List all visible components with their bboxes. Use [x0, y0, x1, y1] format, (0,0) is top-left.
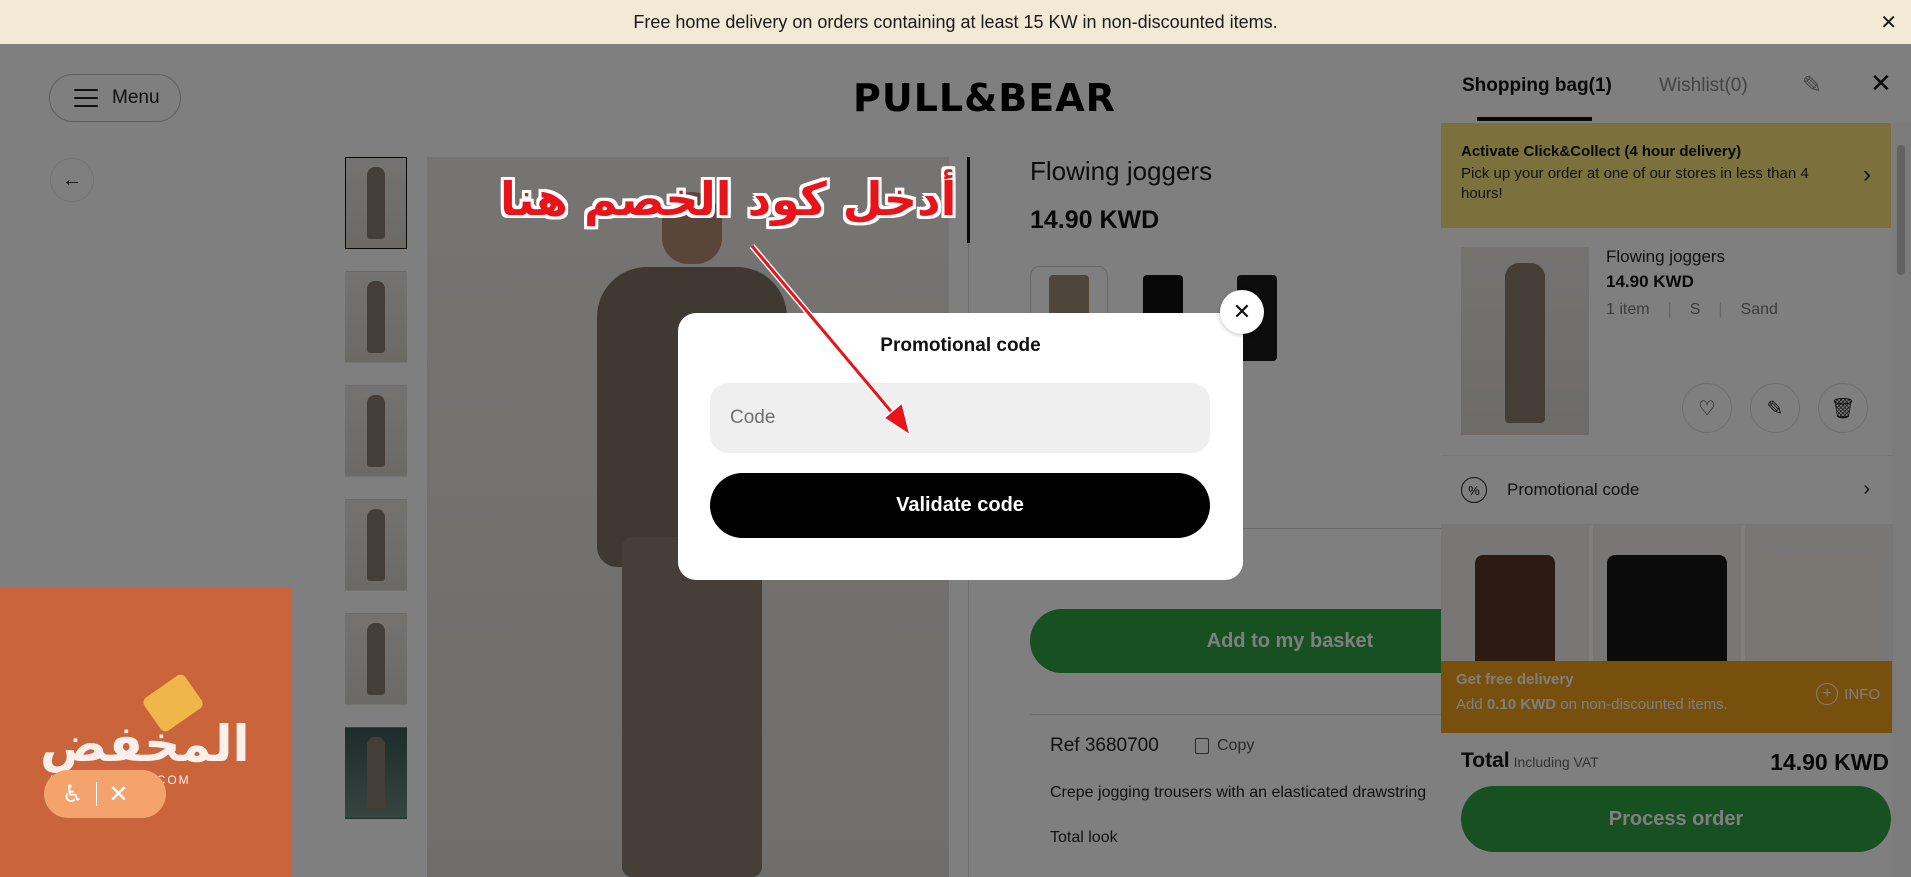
modal-title: Promotional code [880, 335, 1041, 356]
annotation-text: أدخل كود الخصم هنا [500, 172, 957, 226]
validate-code-button[interactable]: Validate code [710, 473, 1210, 538]
watermark-text: المخفض [40, 715, 250, 773]
watermark-logo: المخفض ALMOKHFA-ID.COM ♿ ✕ [0, 587, 291, 877]
promo-code-input[interactable] [710, 383, 1210, 453]
close-icon[interactable]: ✕ [109, 780, 129, 809]
banner-close-icon[interactable]: ✕ [1880, 10, 1897, 35]
accessibility-widget[interactable]: ♿ ✕ [44, 770, 166, 818]
modal-close-icon[interactable]: ✕ [1220, 290, 1264, 334]
accessibility-icon[interactable]: ♿ [62, 780, 84, 809]
banner-text: Free home delivery on orders containing … [633, 11, 1278, 32]
promo-banner: Free home delivery on orders containing … [0, 0, 1911, 44]
promo-code-modal: Promotional code Validate code [678, 313, 1243, 580]
